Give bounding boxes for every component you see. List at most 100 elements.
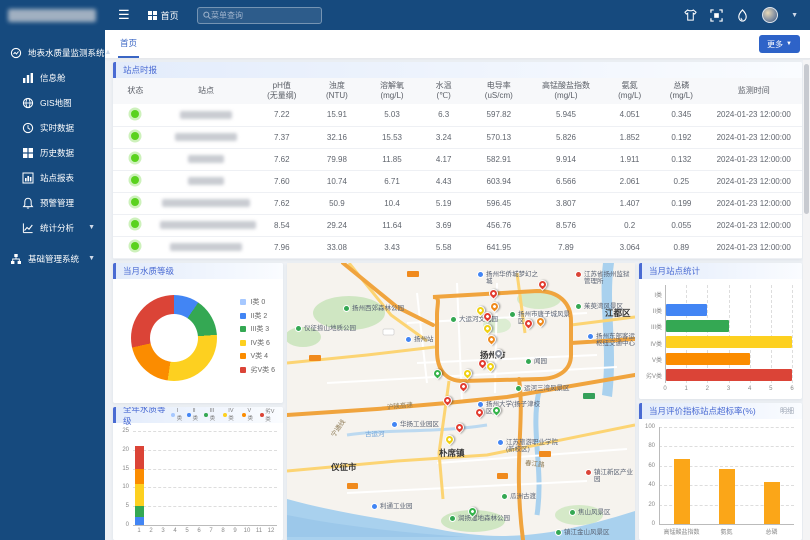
cell-value: 0.25 xyxy=(657,170,705,192)
poi-icon xyxy=(477,271,484,278)
tab-home[interactable]: 首页 xyxy=(118,30,139,58)
cell-value: 0.345 xyxy=(657,104,705,126)
station-name-redacted xyxy=(180,111,232,119)
station-map[interactable]: 扬州市仪征市江都区朴席镇仪征捺山地质公园扬州西郊森林公园扬州华侨城梦幻之城江苏省… xyxy=(287,263,635,540)
menu-search[interactable] xyxy=(197,7,322,24)
hbar-劣V类[interactable] xyxy=(666,369,792,381)
legend-item[interactable]: II类 2 xyxy=(240,311,275,321)
sidebar-item-4[interactable]: 历史数据 xyxy=(0,140,105,165)
legend-item[interactable]: II类 xyxy=(187,407,200,423)
legend-item[interactable]: I类 xyxy=(171,407,183,423)
map-poi-label: 运河三湾风景区 xyxy=(515,385,570,392)
history-icon xyxy=(22,147,34,159)
legend-item[interactable]: V类 4 xyxy=(240,351,275,361)
cell-value: 50.9 xyxy=(309,192,364,214)
hbar-II类[interactable] xyxy=(666,304,707,316)
page-scrollbar[interactable] xyxy=(803,60,810,540)
table-header: 状态站点pH值(无量纲)浊度(NTU)溶解氧(mg/L)水温(℃)电导率(uS/… xyxy=(113,78,802,104)
exceedance-panel: 当月评价指标站点超标率(%) 明细 020406080100高锰酸盐指数氨氮总磷 xyxy=(639,403,802,540)
cell-value: 11.85 xyxy=(364,148,419,170)
table-row[interactable]: 7.3732.1615.533.24570.135.8261.8520.1922… xyxy=(113,126,802,148)
legend-item[interactable]: III类 3 xyxy=(240,324,275,334)
stacked-chart-legend: I类 II类 III类 IV类 V类劣V类 xyxy=(171,407,279,423)
breadcrumb-home[interactable]: 首页 xyxy=(148,9,179,22)
sidebar-item-7[interactable]: 统计分析▼ xyxy=(0,215,105,240)
hbar-V类[interactable] xyxy=(666,353,750,365)
legend-item[interactable]: I类 0 xyxy=(240,297,275,307)
cell-value: 2024-01-23 12:00:00 xyxy=(705,170,802,192)
search-input[interactable] xyxy=(211,11,316,20)
cell-value: 7.96 xyxy=(254,236,309,258)
poi-icon xyxy=(509,311,516,318)
panel-title-month-grade: 当月水质等级 xyxy=(123,265,174,277)
hamburger-menu-icon[interactable]: ☰ xyxy=(118,7,130,23)
chevron-up-icon: ▲ xyxy=(105,49,112,56)
user-menu-chevron-down-icon[interactable]: ▼ xyxy=(791,12,798,19)
station-name-redacted xyxy=(160,221,256,229)
sidebar-item-label: 实时数据 xyxy=(40,122,74,134)
table-row[interactable]: 7.6010.746.714.43603.946.5662.0610.25202… xyxy=(113,170,802,192)
sidebar-item-label: 站点报表 xyxy=(40,172,74,184)
sidebar-item-2[interactable]: GIS地图 xyxy=(0,90,105,115)
donut-legend: I类 0 II类 2 III类 3 IV类 6 V类 4 劣V类 6 xyxy=(240,297,275,375)
poi-icon xyxy=(450,316,457,323)
year-grade-panel: 全年水质等级 I类II类III类IV类V类劣V类 051015202512345… xyxy=(113,407,283,540)
cell-value: 1.911 xyxy=(602,148,657,170)
legend-item[interactable]: 劣V类 6 xyxy=(240,365,275,375)
notification-icon[interactable] xyxy=(736,9,749,22)
cell-value: 5.826 xyxy=(530,126,602,148)
status-dot-green xyxy=(131,198,139,206)
stacked-bar-month-1[interactable] xyxy=(135,446,144,525)
table-row[interactable]: 7.2215.915.036.3597.825.9454.0510.345202… xyxy=(113,104,802,126)
cell-value: 9.914 xyxy=(530,148,602,170)
sidebar-item-0[interactable]: 地表水质量监测系统▲ xyxy=(0,40,105,65)
sidebar-item-3[interactable]: 实时数据 xyxy=(0,115,105,140)
exceedance-detail-link[interactable]: 明细 xyxy=(780,406,794,416)
cell-value: 2.061 xyxy=(602,170,657,192)
sidebar-item-5[interactable]: 站点报表 xyxy=(0,165,105,190)
table-row[interactable]: 8.5429.2411.643.69456.768.5760.20.055202… xyxy=(113,214,802,236)
map-poi-label: 扬州西郊森林公园 xyxy=(343,305,404,312)
table-row[interactable]: 7.9633.083.435.58641.957.893.0640.892024… xyxy=(113,236,802,258)
cell-value: 7.62 xyxy=(254,192,309,214)
sidebar-item-8[interactable]: 基础管理系统▼ xyxy=(0,246,105,271)
scrollbar-thumb[interactable] xyxy=(804,64,809,214)
fullscreen-icon[interactable] xyxy=(710,9,723,22)
vbar-总磷[interactable] xyxy=(764,482,780,524)
map-poi-label: 闻园 xyxy=(525,358,547,365)
water-grade-donut-chart xyxy=(131,295,217,381)
month-grade-panel: 当月水质等级 I类 0 II类 2 III类 3 IV类 6 V类 4 劣V类 6 xyxy=(113,263,283,403)
status-dot-green xyxy=(131,132,139,140)
poi-icon xyxy=(575,303,582,310)
sidebar-item-6[interactable]: 预警管理 xyxy=(0,190,105,215)
poi-icon xyxy=(391,421,398,428)
col-header: 水温(℃) xyxy=(420,78,468,104)
base-icon xyxy=(10,253,22,265)
hbar-III类[interactable] xyxy=(666,320,729,332)
vbar-高锰酸盐指数[interactable] xyxy=(674,459,690,524)
home-label: 首页 xyxy=(161,9,179,22)
table-row[interactable]: 7.6250.910.45.19596.453.8071.4070.199202… xyxy=(113,192,802,214)
more-button[interactable]: 更多▼ xyxy=(759,35,800,53)
map-poi-label: 利通工业园 xyxy=(371,503,413,510)
clock-icon xyxy=(22,122,34,134)
legend-item[interactable]: IV类 xyxy=(223,407,238,423)
stats-icon xyxy=(22,222,34,234)
hbar-IV类[interactable] xyxy=(666,336,792,348)
user-avatar[interactable] xyxy=(762,7,778,23)
map-poi-label: 扬州大学(扬子津校区) xyxy=(477,401,541,415)
vbar-氨氮[interactable] xyxy=(719,469,735,524)
status-dot-green xyxy=(131,176,139,184)
legend-item[interactable]: IV类 6 xyxy=(240,338,275,348)
cell-value: 2024-01-23 12:00:00 xyxy=(705,214,802,236)
legend-item[interactable]: III类 xyxy=(204,407,219,423)
cell-value: 456.76 xyxy=(468,214,530,236)
table-row[interactable]: 7.6279.9811.854.17582.919.9141.9110.1322… xyxy=(113,148,802,170)
search-icon xyxy=(203,11,211,20)
cell-value: 15.53 xyxy=(364,126,419,148)
legend-item[interactable]: 劣V类 xyxy=(260,407,279,423)
theme-icon[interactable] xyxy=(684,9,697,22)
sidebar-item-1[interactable]: 信息舱 xyxy=(0,65,105,90)
grid-icon xyxy=(148,11,157,20)
legend-item[interactable]: V类 xyxy=(242,407,256,423)
